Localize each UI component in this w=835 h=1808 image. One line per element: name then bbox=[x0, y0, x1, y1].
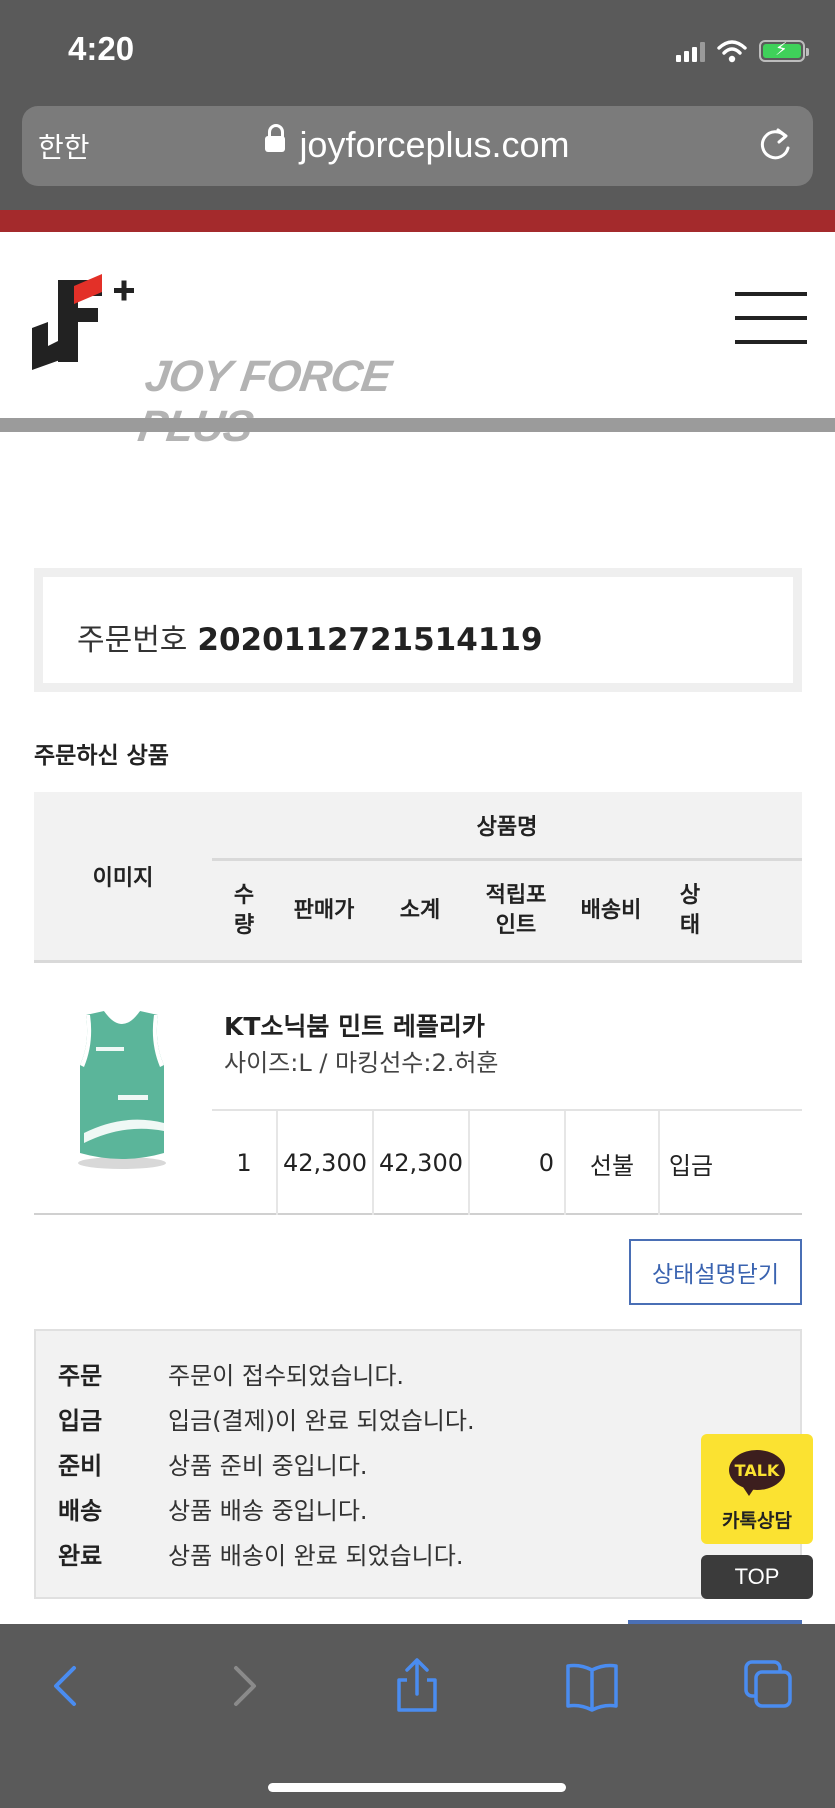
price-cell: 42,300 bbox=[276, 1111, 372, 1215]
col-qty-header: 수 량 bbox=[233, 882, 255, 938]
browser-chrome: 4:20 ⚡ 한한 joyforceplus.com bbox=[0, 0, 835, 210]
forward-icon[interactable] bbox=[214, 1656, 274, 1716]
header-divider bbox=[0, 418, 835, 432]
battery-charging-icon: ⚡ bbox=[759, 39, 809, 62]
col-status-header: 상 태 bbox=[679, 882, 701, 938]
kakao-chat-button[interactable]: TALK 카톡상담 bbox=[701, 1434, 813, 1544]
site-header: JOY FORCE PLUS bbox=[0, 232, 835, 451]
share-icon[interactable] bbox=[387, 1656, 447, 1716]
lock-icon bbox=[265, 124, 286, 153]
legend-row: 완료 상품 배송이 완료 되었습니다. bbox=[36, 1531, 800, 1576]
product-name[interactable]: KT소닉붐 민트 레플리카 bbox=[224, 1007, 485, 1043]
address-bar[interactable]: 한한 joyforceplus.com bbox=[22, 106, 813, 186]
close-status-description-button[interactable]: 상태설명닫기 bbox=[629, 1239, 802, 1305]
points-cell: 0 bbox=[468, 1111, 564, 1215]
status-cell: 입금 bbox=[658, 1111, 722, 1215]
order-number-label: 주문번호 bbox=[77, 623, 188, 658]
legend-key: 주문 bbox=[58, 1362, 103, 1390]
col-product-name-header: 상품명 bbox=[212, 792, 802, 861]
back-icon[interactable] bbox=[36, 1656, 96, 1716]
menu-icon[interactable] bbox=[735, 292, 807, 344]
legend-key: 완료 bbox=[58, 1542, 103, 1570]
tabs-icon[interactable] bbox=[738, 1656, 798, 1716]
legend-desc: 상품 준비 중입니다. bbox=[168, 1452, 368, 1480]
shipping-cell: 선불 bbox=[564, 1111, 658, 1215]
cellular-signal-icon bbox=[676, 40, 705, 62]
status-legend: 주문 주문이 접수되었습니다. 입금 입금(결제)이 완료 되었습니다. 준비 상품 … bbox=[34, 1329, 802, 1599]
scroll-top-button[interactable]: TOP bbox=[701, 1555, 813, 1599]
kakao-talk-icon: TALK bbox=[729, 1450, 785, 1496]
reload-icon[interactable] bbox=[755, 124, 795, 164]
product-jersey-image[interactable] bbox=[44, 1003, 199, 1178]
product-values-row: 1 42,300 42,300 0 선불 입금 bbox=[212, 1109, 802, 1215]
legend-desc: 상품 배송이 완료 되었습니다. bbox=[168, 1542, 464, 1570]
brand-wordmark: JOY FORCE PLUS bbox=[135, 352, 394, 451]
legend-key: 배송 bbox=[58, 1497, 103, 1525]
table-row: KT소닉붐 민트 레플리카 사이즈:L / 마킹선수:2.허훈 1 42,300… bbox=[34, 963, 802, 1215]
col-shipping-header: 배송비 bbox=[580, 897, 642, 923]
browser-toolbar bbox=[0, 1624, 835, 1808]
status-icons: ⚡ bbox=[676, 36, 809, 66]
legend-desc: 주문이 접수되었습니다. bbox=[168, 1362, 405, 1390]
legend-row: 배송 상품 배송 중입니다. bbox=[36, 1486, 800, 1531]
kakao-chat-label: 카톡상담 bbox=[722, 1510, 792, 1532]
url-text: joyforceplus.com bbox=[299, 124, 570, 165]
table-header: 이미지 상품명 수 량 판매가 소계 적립포 인트 배송비 상 태 bbox=[34, 792, 802, 963]
subtotal-cell: 42,300 bbox=[372, 1111, 468, 1215]
legend-key: 준비 bbox=[58, 1452, 103, 1480]
status-time: 4:20 bbox=[68, 30, 135, 67]
legend-row: 준비 상품 준비 중입니다. bbox=[36, 1441, 800, 1486]
col-price-header: 판매가 bbox=[293, 897, 355, 923]
legend-row: 주문 주문이 접수되었습니다. bbox=[36, 1351, 800, 1396]
col-points-header: 적립포 인트 bbox=[485, 882, 547, 938]
qty-cell: 1 bbox=[236, 1149, 252, 1177]
col-image-header: 이미지 bbox=[92, 866, 154, 891]
legend-key: 입금 bbox=[58, 1407, 103, 1435]
bookmarks-icon[interactable] bbox=[562, 1656, 622, 1716]
home-indicator bbox=[268, 1783, 566, 1792]
legend-row: 입금 입금(결제)이 완료 되었습니다. bbox=[36, 1396, 800, 1441]
order-table: 이미지 상품명 수 량 판매가 소계 적립포 인트 배송비 상 태 KT소닉붐 … bbox=[34, 792, 802, 1215]
order-number-box: 주문번호 2020112721514119 bbox=[34, 568, 802, 692]
order-number-value: 2020112721514119 bbox=[197, 622, 543, 658]
jf-logo-mark-icon bbox=[32, 274, 134, 370]
url-display[interactable]: joyforceplus.com bbox=[22, 124, 813, 166]
site-logo[interactable]: JOY FORCE PLUS bbox=[32, 270, 422, 451]
site-top-bar bbox=[0, 210, 835, 232]
legend-desc: 입금(결제)이 완료 되었습니다. bbox=[168, 1407, 475, 1435]
wifi-icon bbox=[717, 40, 747, 63]
legend-desc: 상품 배송 중입니다. bbox=[168, 1497, 368, 1525]
product-options: 사이즈:L / 마킹선수:2.허훈 bbox=[224, 1049, 499, 1077]
col-subtotal-header: 소계 bbox=[399, 897, 441, 923]
ordered-products-title: 주문하신 상품 bbox=[34, 743, 169, 769]
sub-header-row: 수 량 판매가 소계 적립포 인트 배송비 상 태 bbox=[212, 861, 802, 960]
order-number-row: 주문번호 2020112721514119 bbox=[77, 615, 543, 659]
